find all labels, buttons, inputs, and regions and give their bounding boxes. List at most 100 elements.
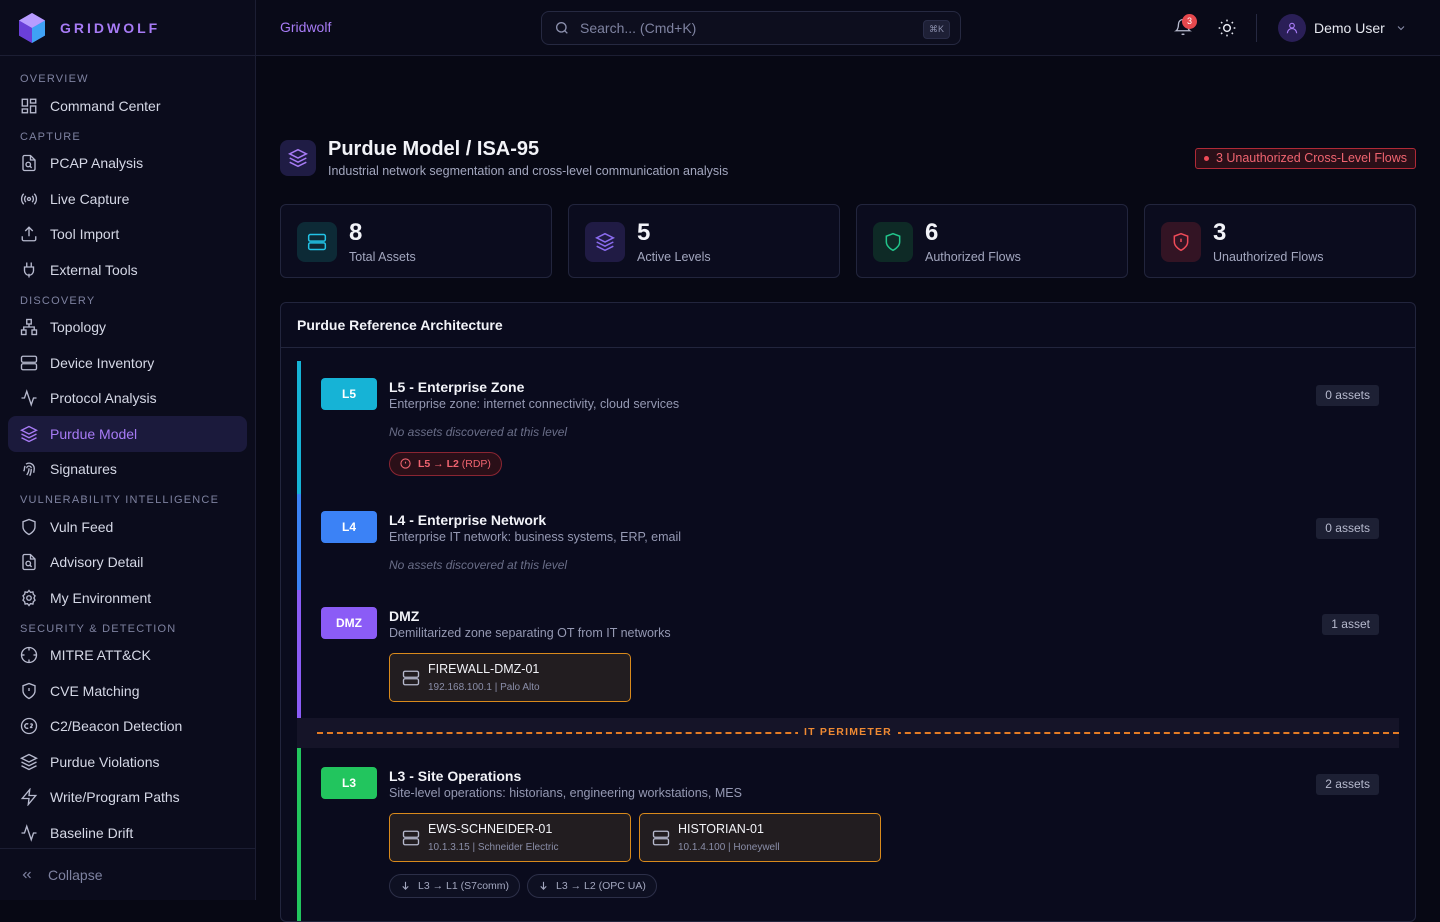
level-asset-count: 1 asset	[1322, 614, 1379, 635]
stat-value: 5	[637, 219, 651, 246]
stat-icon-box	[1161, 222, 1201, 262]
flow-tag-unauthorized[interactable]: L5 → L2 (RDP)	[389, 452, 502, 476]
shield-alert-icon	[1173, 232, 1189, 252]
flow-protocol: (S7comm)	[460, 880, 510, 892]
sidebar-item-signatures[interactable]: Signatures	[8, 452, 247, 488]
notifications-button[interactable]: 3	[1174, 14, 1197, 36]
shortcut-hint: ⌘K	[922, 20, 950, 39]
asset-name: FIREWALL-DMZ-01	[428, 662, 540, 676]
sidebar-item-advisory-detail[interactable]: Advisory Detail	[8, 545, 247, 581]
arrow-down-icon	[540, 881, 547, 890]
level-bar	[297, 748, 301, 921]
sidebar-item-vuln-feed[interactable]: Vuln Feed	[8, 509, 247, 545]
sidebar-item-c2-beacon-detection[interactable]: C2/Beacon Detection	[8, 709, 247, 745]
breadcrumb-brand[interactable]: Gridwolf	[280, 19, 331, 35]
fingerprint-icon	[23, 462, 35, 477]
collapse-button[interactable]: Collapse	[0, 848, 255, 900]
sidebar-item-live-capture[interactable]: Live Capture	[8, 181, 247, 217]
sidebar-item-command-center[interactable]: Command Center	[8, 88, 247, 124]
layers-icon	[20, 425, 38, 443]
notification-count: 3	[1182, 14, 1197, 29]
topbar: Gridwolf Search... (Cmd+K) ⌘K 3 Demo Use…	[256, 0, 1440, 56]
level-bar	[297, 494, 301, 590]
gear-icon	[22, 589, 36, 607]
arrow-down-icon	[402, 881, 409, 890]
flow-route: L5 → L2	[418, 458, 459, 470]
upload-icon	[21, 226, 37, 242]
sidebar-item-protocol-analysis[interactable]: Protocol Analysis	[8, 381, 247, 417]
sidebar-item-label: Baseline Drift	[50, 824, 134, 841]
sidebar-item-label: Tool Import	[50, 226, 120, 243]
sidebar-item-my-environment[interactable]: My Environment	[8, 580, 247, 616]
stat-active-levels: 5 Active Levels	[568, 204, 840, 278]
asset-card[interactable]: HISTORIAN-01 10.1.4.100 | Honeywell	[639, 813, 881, 862]
sidebar-item-pcap-analysis[interactable]: PCAP Analysis	[8, 146, 247, 182]
level-dmz: DMZ DMZ Demilitarized zone separating OT…	[297, 590, 1399, 718]
search-icon	[556, 22, 568, 34]
activity-icon	[21, 389, 37, 408]
stat-label: Total Assets	[349, 250, 416, 264]
level-badge: L5	[321, 378, 377, 410]
flow-tag[interactable]: L3 → L1 (S7comm)	[389, 874, 521, 898]
stat-icon-box	[297, 222, 337, 262]
asset-card[interactable]: EWS-SCHNEIDER-01 10.1.3.15 | Schneider E…	[389, 813, 631, 862]
sidebar-item-tool-import[interactable]: Tool Import	[8, 217, 247, 253]
sidebar-item-mitre-attack[interactable]: MITRE ATT&CK	[8, 638, 247, 674]
theme-toggle[interactable]	[1217, 18, 1237, 38]
flow-tag[interactable]: L3 → L2 (OPC UA)	[527, 874, 657, 898]
asset-name: EWS-SCHNEIDER-01	[428, 822, 553, 836]
sidebar-item-label: External Tools	[50, 261, 138, 278]
asset-meta: 10.1.3.15 | Schneider Electric	[428, 842, 559, 853]
sidebar-item-external-tools[interactable]: External Tools	[8, 252, 247, 288]
sidebar-item-purdue-model[interactable]: Purdue Model	[8, 416, 247, 452]
grid-icon	[21, 98, 37, 114]
level-badge: DMZ	[321, 607, 377, 639]
sidebar-item-write-program-paths[interactable]: Write/Program Paths	[8, 780, 247, 816]
sidebar-item-label: Purdue Violations	[50, 753, 160, 770]
search-input[interactable]: Search... (Cmd+K) ⌘K	[541, 11, 961, 45]
sidebar-item-label: Vuln Feed	[50, 518, 114, 535]
logo[interactable]: GRIDWOLF	[0, 0, 255, 56]
sidebar-item-purdue-violations[interactable]: Purdue Violations	[8, 744, 247, 780]
page-header: Purdue Model / ISA-95 Industrial network…	[280, 138, 1416, 184]
server-icon	[20, 355, 38, 371]
sidebar-item-label: Topology	[50, 319, 107, 336]
sidebar-item-cve-matching[interactable]: CVE Matching	[8, 673, 247, 709]
radio-icon	[20, 193, 38, 205]
section-capture: CAPTURE	[20, 130, 81, 143]
unauthorized-flows-alert[interactable]: 3 Unauthorized Cross-Level Flows	[1194, 148, 1416, 169]
level-empty-message: No assets discovered at this level	[389, 558, 568, 572]
stat-value: 6	[925, 219, 939, 246]
flow-route: L3 → L2	[556, 880, 596, 892]
shield-icon	[22, 518, 36, 536]
c2-icon	[20, 718, 38, 735]
stat-label: Unauthorized Flows	[1213, 250, 1324, 264]
level-description: Demilitarized zone separating OT from IT…	[389, 626, 671, 640]
stat-value: 8	[349, 219, 363, 246]
sidebar-item-device-inventory[interactable]: Device Inventory	[8, 345, 247, 381]
flow-protocol: (RDP)	[461, 458, 491, 470]
user-icon	[1286, 22, 1298, 34]
sidebar-item-baseline-drift[interactable]: Baseline Drift	[8, 815, 247, 851]
zap-icon	[20, 788, 38, 807]
sidebar-item-label: PCAP Analysis	[50, 155, 144, 172]
level-bar	[297, 590, 301, 718]
alert-circle-icon	[400, 458, 411, 469]
stat-icon-box	[585, 222, 625, 262]
sidebar-nav: OVERVIEW Command Center CAPTURE PCAP Ana…	[0, 56, 255, 851]
sidebar-item-label: C2/Beacon Detection	[50, 718, 183, 735]
search-placeholder: Search... (Cmd+K)	[580, 20, 697, 36]
sidebar-item-label: Live Capture	[50, 190, 130, 207]
level-bar	[297, 361, 301, 494]
section-discovery: DISCOVERY	[20, 294, 96, 307]
user-menu[interactable]: Demo User	[1278, 14, 1407, 42]
app-name: GRIDWOLF	[60, 19, 161, 36]
sidebar-item-label: Advisory Detail	[50, 554, 144, 571]
level-description: Enterprise zone: internet connectivity, …	[389, 397, 680, 411]
stat-total-assets: 8 Total Assets	[280, 204, 552, 278]
level-l5: L5 L5 - Enterprise Zone Enterprise zone:…	[297, 361, 1399, 494]
sidebar-item-topology[interactable]: Topology	[8, 310, 247, 346]
asset-card[interactable]: FIREWALL-DMZ-01 192.168.100.1 | Palo Alt…	[389, 653, 631, 702]
asset-meta: 192.168.100.1 | Palo Alto	[428, 682, 540, 693]
sidebar-item-label: Protocol Analysis	[50, 390, 157, 407]
